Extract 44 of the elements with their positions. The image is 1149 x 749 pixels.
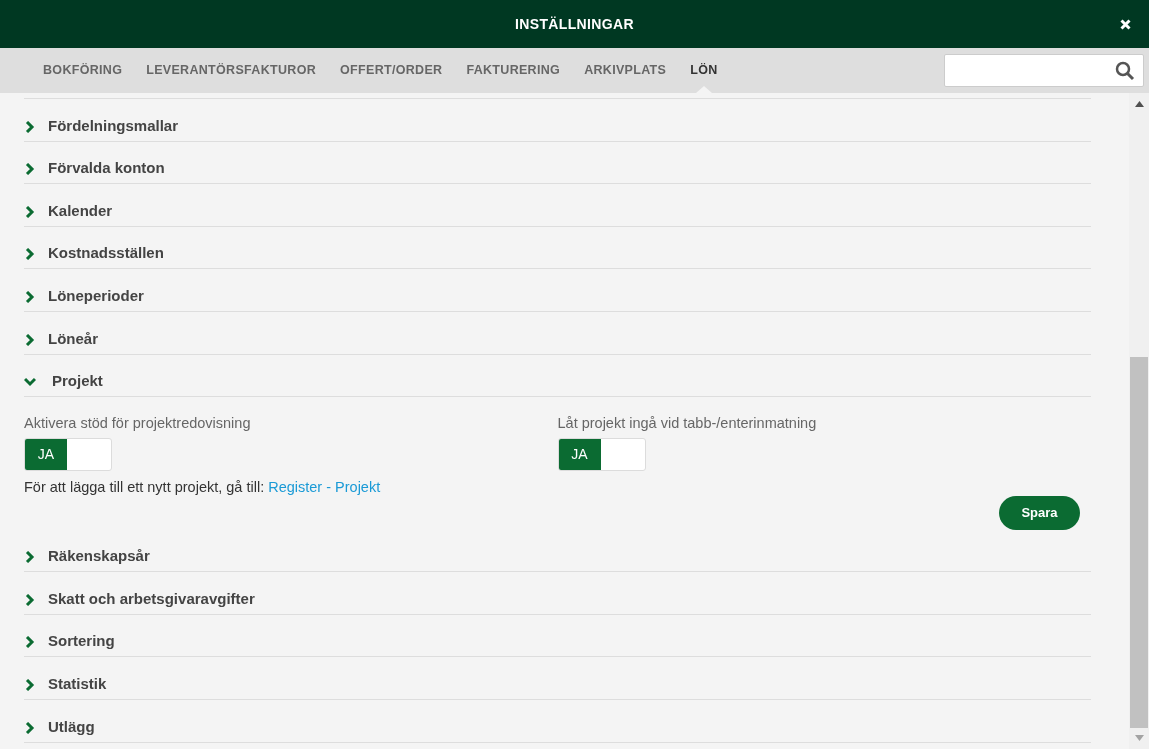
scroll-up-icon[interactable] <box>1134 101 1144 107</box>
search-icon <box>1115 60 1135 81</box>
search-field[interactable] <box>944 54 1144 87</box>
toggle-switch[interactable]: JA <box>24 437 112 471</box>
section-header[interactable]: Utlägg <box>24 700 1091 743</box>
section-header[interactable]: Kalender <box>24 184 1091 227</box>
toggle-switch[interactable]: JA <box>557 437 646 471</box>
chevron-right-icon <box>24 721 36 734</box>
chevron-right-icon <box>24 205 36 218</box>
setting-label: Aktivera stöd för projektredovisning <box>24 414 252 434</box>
tab[interactable]: FAKTURERING <box>454 48 573 93</box>
setting-label: Låt projekt ingå vid tabb-/enterinmatning <box>557 414 818 434</box>
tab[interactable]: ARKIVPLATS <box>572 48 679 93</box>
section-header[interactable]: Räkenskapsår <box>24 529 1091 573</box>
section-header[interactable]: Löneår <box>24 311 1091 355</box>
section-header[interactable]: Skatt och arbetsgivaravgifter <box>24 572 1091 615</box>
tab[interactable]: LEVERANTÖRSFAKTUROR <box>134 48 329 93</box>
section-header[interactable]: Förvalda konton <box>24 141 1091 185</box>
tab[interactable]: OFFERT/ORDER <box>328 48 455 93</box>
chevron-right-icon <box>24 679 36 692</box>
scroll-down-icon[interactable] <box>1134 735 1144 741</box>
chevron-right-icon <box>24 636 36 649</box>
chevron-right-icon <box>24 248 36 261</box>
chevron-right-icon <box>24 120 36 133</box>
chevron-right-icon <box>24 593 36 606</box>
save-button[interactable]: Spara <box>999 495 1080 530</box>
tab[interactable]: BOKFÖRING <box>31 48 135 93</box>
section-header[interactable]: Sortering <box>24 614 1091 658</box>
chevron-right-icon <box>24 333 36 346</box>
window-title: INSTÄLLNINGAR <box>515 15 634 34</box>
section-header[interactable]: Statistik <box>24 657 1091 701</box>
tab[interactable]: LÖN <box>678 48 730 93</box>
chevron-right-icon <box>24 163 36 176</box>
chevron-right-icon <box>24 551 36 564</box>
section-header[interactable]: Kostnadsställen <box>24 226 1091 270</box>
scrollbar-thumb[interactable] <box>1130 357 1148 728</box>
scrollbar[interactable] <box>1129 93 1149 749</box>
section-header[interactable]: Fördelningsmallar <box>24 99 1091 142</box>
close-icon[interactable] <box>1120 19 1131 30</box>
chevron-right-icon <box>24 290 36 303</box>
section-header[interactable]: Projekt <box>24 354 1091 398</box>
chevron-down-icon <box>24 376 36 389</box>
section-header[interactable]: Löneperioder <box>24 269 1091 312</box>
info-text: För att lägga till ett nytt projekt, gå till: Register - Projekt <box>24 477 382 497</box>
